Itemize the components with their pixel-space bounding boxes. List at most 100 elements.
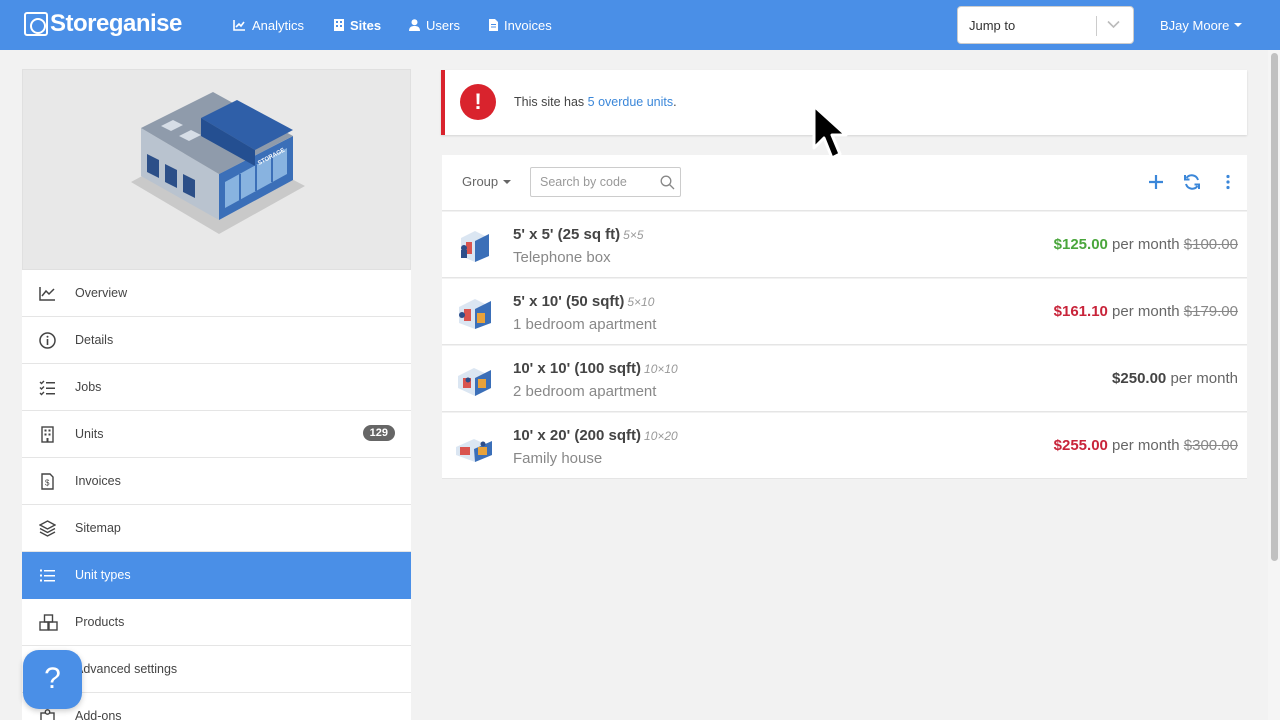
price-period: per month — [1107, 437, 1184, 454]
current-price: $250.00 — [1112, 370, 1167, 387]
sidebar-item-products[interactable]: Products — [22, 599, 411, 646]
line-chart-icon — [39, 287, 55, 301]
help-button[interactable]: ? — [23, 650, 82, 709]
old-price: $100.00 — [1183, 236, 1238, 253]
unit-type-price: $255.00 per month $300.00 — [1054, 437, 1238, 454]
unit-types-toolbar: Group — [442, 155, 1247, 211]
jump-to-select[interactable]: Jump to — [957, 6, 1134, 44]
brand-name: Storeganise — [50, 10, 182, 37]
nav-analytics-label: Analytics — [252, 17, 305, 33]
nav-sites[interactable]: Sites — [334, 0, 381, 50]
nav-analytics[interactable]: Analytics — [233, 0, 304, 50]
sidebar-item-label: Overview — [75, 286, 128, 300]
unit-type-code: 5×10 — [627, 295, 655, 309]
layers-icon — [39, 520, 56, 537]
group-dropdown[interactable]: Group — [462, 174, 512, 189]
building-icon — [41, 426, 54, 443]
unit-type-price: $250.00 per month — [1112, 370, 1238, 387]
plus-icon[interactable] — [1147, 173, 1165, 191]
unit-type-code: 10×20 — [644, 429, 678, 443]
logo-icon — [24, 12, 48, 36]
unit-illustration — [456, 439, 492, 462]
site-sidebar-nav: Overview Details Jobs Units 129 $ Invoic… — [22, 270, 411, 720]
group-label: Group — [462, 174, 499, 189]
unit-type-row[interactable]: 5' x 5' (25 sq ft) 5×5 Telephone box $125… — [442, 212, 1247, 278]
user-name: BJay Moore — [1160, 17, 1230, 33]
more-vertical-icon[interactable] — [1219, 173, 1237, 191]
price-period: per month — [1107, 303, 1184, 320]
unit-type-title: 5' x 5' (25 sq ft) 5×5 — [513, 226, 644, 243]
top-navbar: Storeganise Analytics Sites Users Invoic… — [0, 0, 1280, 50]
unit-type-code: 5×5 — [623, 228, 644, 242]
search-box — [530, 167, 681, 197]
caret-down-icon — [503, 179, 512, 184]
unit-type-name: 5' x 10' (50 sqft) — [513, 293, 625, 310]
nav-invoices[interactable]: Invoices — [489, 0, 552, 50]
sidebar-item-details[interactable]: Details — [22, 317, 411, 364]
file-icon — [489, 19, 498, 31]
unit-type-row[interactable]: 5' x 10' (50 sqft) 5×10 1 bedroom apartme… — [442, 279, 1247, 345]
sidebar-item-label: Sitemap — [75, 521, 121, 535]
unit-type-row[interactable]: 10' x 20' (200 sqft) 10×20 Family house $… — [442, 413, 1247, 479]
nav-users-label: Users — [426, 17, 460, 33]
unit-type-description: 1 bedroom apartment — [513, 316, 657, 333]
unit-type-name: 5' x 5' (25 sq ft) — [513, 226, 621, 243]
sidebar-item-label: Products — [75, 615, 125, 629]
select-divider — [1096, 16, 1097, 36]
user-menu[interactable]: BJay Moore — [1160, 0, 1243, 50]
sidebar-item-overview[interactable]: Overview — [22, 270, 411, 317]
search-input[interactable] — [531, 168, 655, 196]
nav-users[interactable]: Users — [409, 0, 460, 50]
caret-down-icon — [1234, 23, 1243, 27]
scrollbar-thumb[interactable] — [1271, 53, 1278, 561]
unit-type-description: 2 bedroom apartment — [513, 383, 657, 400]
alert-message: This site has 5 overdue units. — [514, 95, 677, 109]
sidebar-item-label: Units — [75, 427, 104, 441]
checklist-icon — [39, 380, 55, 396]
alert-suffix: . — [673, 95, 677, 109]
info-icon — [39, 332, 56, 349]
sidebar-item-unit-types[interactable]: Unit types — [22, 552, 411, 599]
unit-type-price: $161.10 per month $179.00 — [1054, 303, 1238, 320]
price-period: per month — [1107, 236, 1184, 253]
unit-type-description: Family house — [513, 450, 603, 467]
list-icon — [40, 569, 55, 582]
unit-type-row[interactable]: 10' x 10' (100 sqft) 10×10 2 bedroom apar… — [442, 346, 1247, 412]
building-icon — [334, 19, 344, 31]
sidebar-item-label: Invoices — [75, 474, 121, 488]
refresh-icon[interactable] — [1183, 173, 1201, 191]
boxes-icon — [39, 614, 58, 631]
unit-type-code: 10×10 — [644, 362, 678, 376]
question-icon: ? — [44, 662, 61, 695]
sidebar-item-label: Add-ons — [75, 709, 122, 720]
unit-type-description: Telephone box — [513, 249, 611, 266]
sidebar-item-sitemap[interactable]: Sitemap — [22, 505, 411, 552]
brand-logo[interactable]: Storeganise — [24, 12, 182, 36]
current-price: $161.10 — [1053, 303, 1108, 320]
alert-prefix: This site has — [514, 95, 588, 109]
current-price: $125.00 — [1053, 236, 1108, 253]
overdue-units-link[interactable]: 5 overdue units — [588, 95, 673, 109]
current-price: $255.00 — [1053, 437, 1108, 454]
unit-illustration — [461, 231, 489, 262]
sidebar-item-invoices[interactable]: $ Invoices — [22, 458, 411, 505]
unit-type-title: 10' x 10' (100 sqft) 10×10 — [513, 360, 678, 377]
nav-invoices-label: Invoices — [504, 17, 552, 33]
site-image: STORAGE — [22, 69, 411, 270]
mouse-cursor-icon — [812, 104, 848, 160]
unit-type-price: $125.00 per month $100.00 — [1054, 236, 1238, 253]
svg-text:$: $ — [45, 479, 50, 488]
unit-illustration — [458, 368, 491, 396]
old-price: $300.00 — [1183, 437, 1238, 454]
sidebar-item-label: Details — [75, 333, 114, 347]
search-icon[interactable] — [660, 175, 675, 190]
chevron-down-icon — [1107, 20, 1120, 29]
unit-type-title: 5' x 10' (50 sqft) 5×10 — [513, 293, 654, 310]
old-price: $179.00 — [1183, 303, 1238, 320]
sidebar-item-jobs[interactable]: Jobs — [22, 364, 411, 411]
nav-sites-label: Sites — [350, 17, 382, 33]
storage-building-illustration: STORAGE — [131, 92, 305, 234]
sidebar-item-units[interactable]: Units 129 — [22, 411, 411, 458]
invoice-icon: $ — [41, 473, 54, 490]
unit-illustration — [459, 299, 491, 329]
